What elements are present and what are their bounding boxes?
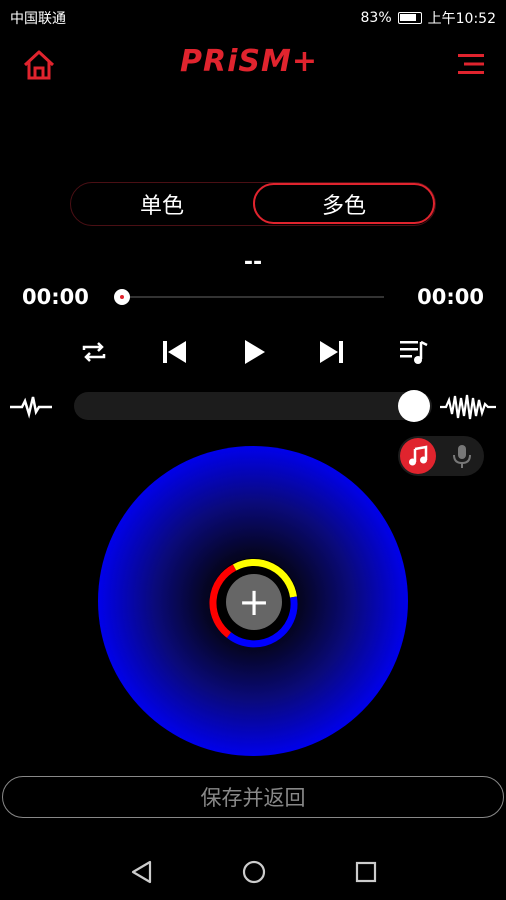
clock: 上午10:52 [427,11,496,27]
home-nav-icon[interactable] [240,858,268,886]
previous-icon[interactable] [158,336,190,368]
playback-controls [0,336,506,372]
tab-single-color[interactable]: 单色 [71,183,253,224]
progress-knob[interactable] [114,289,130,305]
play-icon[interactable] [238,336,270,368]
app-logo: PRiSM+ [180,44,318,79]
tab-multi-color[interactable]: 多色 [253,183,435,224]
sensitivity-slider-knob[interactable] [398,390,430,422]
status-right: 83% 上午10:52 [361,8,496,28]
track-name: -- [243,250,263,275]
app-header: PRiSM+ [0,40,506,90]
back-icon[interactable] [128,858,156,886]
sensitivity-slider[interactable] [74,392,432,420]
home-icon[interactable] [22,48,56,82]
next-icon[interactable] [316,336,348,368]
status-bar: 中国联通 83% 上午10:52 [0,0,506,36]
carrier-label: 中国联通 [10,11,66,27]
audio-source-toggle[interactable] [398,436,484,476]
playlist-icon[interactable] [398,336,430,368]
battery-percent: 83% [360,10,392,26]
mode-segmented-control: 单色 多色 [70,182,436,226]
microphone-icon[interactable] [448,442,476,470]
menu-icon[interactable] [458,52,484,76]
music-icon [409,445,428,466]
elapsed-time: 00:00 [22,285,89,309]
total-time: 00:00 [417,285,484,309]
low-sensitivity-icon [10,396,52,419]
high-sensitivity-icon [440,394,496,420]
recents-icon[interactable] [352,858,380,886]
battery-icon [397,12,422,24]
repeat-icon[interactable] [78,336,110,368]
music-source-button[interactable] [400,438,436,474]
system-nav-bar [0,846,506,900]
save-and-return-button[interactable]: 保存并返回 [2,776,504,818]
add-color-button[interactable]: + [226,574,282,630]
progress-bar[interactable] [118,296,384,298]
